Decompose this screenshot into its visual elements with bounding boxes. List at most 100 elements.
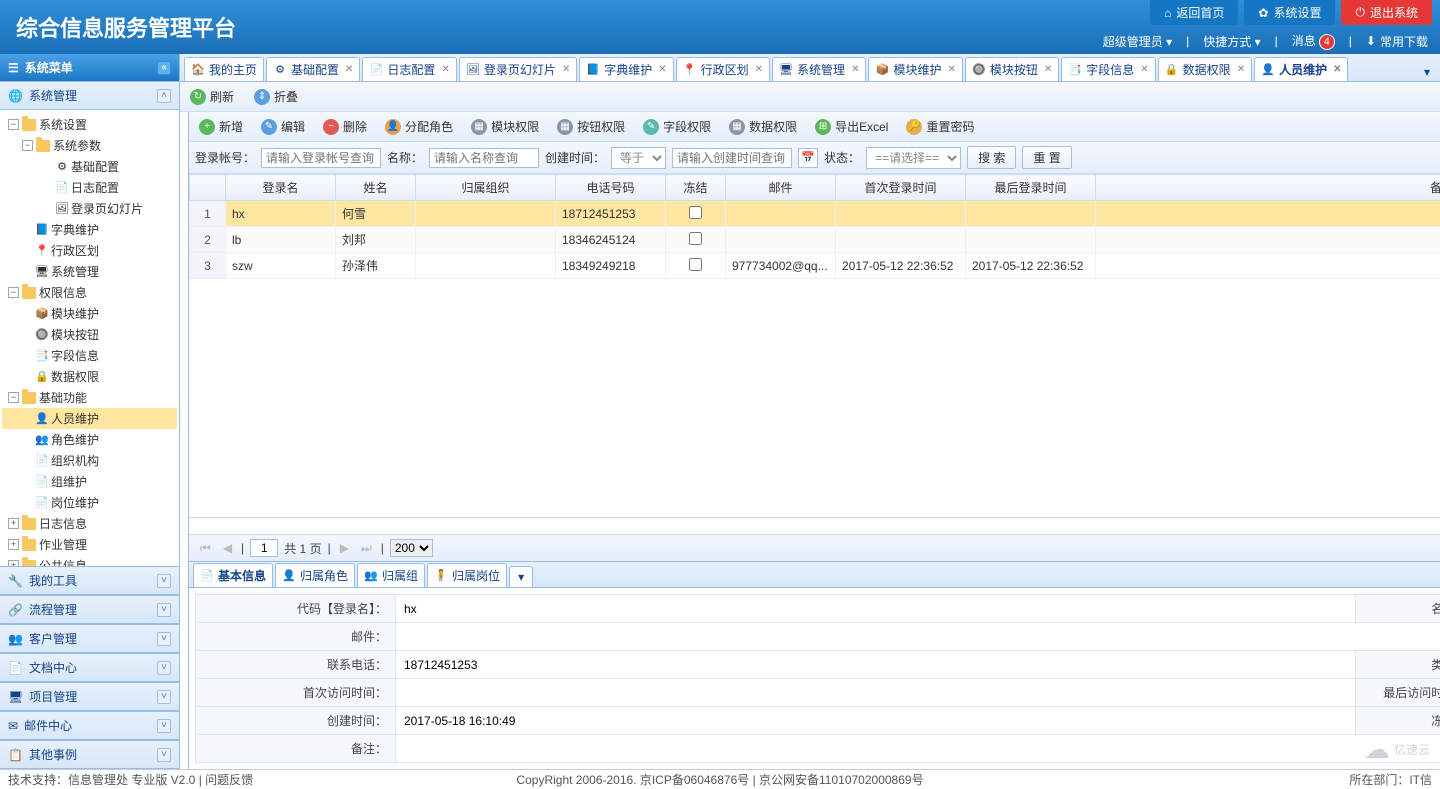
expand-down-icon[interactable]: ˅ <box>157 748 171 762</box>
page-input[interactable] <box>250 539 278 557</box>
frozen-checkbox[interactable] <box>689 232 702 245</box>
tree-base-config[interactable]: ⚙基础配置 <box>2 156 177 177</box>
col-num[interactable] <box>190 175 226 201</box>
collapse-button[interactable]: ⇕折叠 <box>250 86 302 107</box>
expand-down-icon[interactable]: ˅ <box>157 661 171 675</box>
admin-menu[interactable]: 超级管理员 ▾ <box>1103 33 1172 50</box>
tree-perm-info[interactable]: −权限信息 <box>2 282 177 303</box>
tree-log-config[interactable]: 📄日志配置 <box>2 177 177 198</box>
tree-data-perm[interactable]: 🔒数据权限 <box>2 366 177 387</box>
sidebar-section-mytools[interactable]: 🔧我的工具˅ <box>0 566 179 595</box>
close-icon[interactable]: ✕ <box>345 64 353 75</box>
tabs-more[interactable]: ▾ <box>1418 63 1436 81</box>
tab-8[interactable]: 🔘模块按钮✕ <box>965 57 1059 81</box>
tab-1[interactable]: ⚙基础配置✕ <box>266 57 360 81</box>
prev-page-icon[interactable]: ◀ <box>220 541 235 555</box>
horizontal-scrollbar[interactable] <box>189 518 1440 534</box>
reset-pwd-button[interactable]: 🔑重置密码 <box>902 116 978 137</box>
tree-role-maint[interactable]: 👥角色维护 <box>2 429 177 450</box>
close-icon[interactable]: ✕ <box>947 64 955 75</box>
tree-sys-params[interactable]: −系统参数 <box>2 135 177 156</box>
tab-group[interactable]: 👥归属组 <box>357 563 425 587</box>
calendar-icon[interactable]: 📅 <box>798 148 818 168</box>
close-icon[interactable]: ✕ <box>755 64 763 75</box>
download-link[interactable]: ⬇常用下载 <box>1366 33 1428 50</box>
tab-7[interactable]: 📦模块维护✕ <box>868 57 962 81</box>
col-remark[interactable]: 备注 <box>1096 175 1440 201</box>
mod-perm-button[interactable]: ▦模块权限 <box>467 116 543 137</box>
tab-more[interactable]: ▾ <box>509 566 533 587</box>
add-button[interactable]: +新增 <box>195 116 247 137</box>
tree-job-manage[interactable]: +作业管理 <box>2 534 177 555</box>
tree-group-maint[interactable]: 📄组维护 <box>2 471 177 492</box>
expand-down-icon[interactable]: ˅ <box>157 632 171 646</box>
tree-sys-settings[interactable]: −系统设置 <box>2 114 177 135</box>
name-filter-input[interactable] <box>429 148 539 168</box>
sidebar-section-proj[interactable]: 🖥项目管理˅ <box>0 682 179 711</box>
export-button[interactable]: ⊞导出Excel <box>811 116 892 137</box>
tab-2[interactable]: 📄日志配置✕ <box>362 57 456 81</box>
login-filter-input[interactable] <box>261 148 381 168</box>
settings-button[interactable]: ✿系统设置 <box>1244 0 1335 25</box>
close-icon[interactable]: ✕ <box>562 64 570 75</box>
logout-button[interactable]: ⏻退出系统 <box>1341 0 1432 25</box>
tree-sys-manage2[interactable]: 🖥系统管理 <box>2 261 177 282</box>
tab-0[interactable]: 🏠我的主页 <box>184 57 264 81</box>
assign-role-button[interactable]: 👤分配角色 <box>381 116 457 137</box>
minus-icon[interactable]: − <box>8 119 19 130</box>
frozen-checkbox[interactable] <box>689 206 702 219</box>
next-page-icon[interactable]: ▶ <box>337 541 352 555</box>
btn-perm-button[interactable]: ▦按钮权限 <box>553 116 629 137</box>
data-perm-button[interactable]: ▦数据权限 <box>725 116 801 137</box>
sidebar-section-cust[interactable]: 👥客户管理˅ <box>0 624 179 653</box>
tree-admin-div[interactable]: 📍行政区划 <box>2 240 177 261</box>
expand-down-icon[interactable]: ˅ <box>157 690 171 704</box>
collapse-up-icon[interactable]: ˄ <box>157 89 171 103</box>
reset-button[interactable]: 重 置 <box>1022 146 1071 169</box>
close-icon[interactable]: ✕ <box>1140 64 1148 75</box>
close-icon[interactable]: ✕ <box>658 64 666 75</box>
delete-button[interactable]: −删除 <box>319 116 371 137</box>
sidebar-section-flow[interactable]: 🔗流程管理˅ <box>0 595 179 624</box>
minus-icon[interactable]: − <box>8 392 19 403</box>
shortcut-menu[interactable]: 快捷方式 ▾ <box>1203 33 1260 50</box>
first-page-icon[interactable]: ⏮ <box>197 541 214 556</box>
sidebar-section-doc[interactable]: 📄文档中心˅ <box>0 653 179 682</box>
sidebar-section-mail[interactable]: ✉邮件中心˅ <box>0 711 179 740</box>
tree-post-maint[interactable]: 📄岗位维护 <box>2 492 177 513</box>
frozen-checkbox[interactable] <box>689 258 702 271</box>
col-last[interactable]: 最后登录时间 <box>966 175 1096 201</box>
col-org[interactable]: 归属组织 <box>416 175 556 201</box>
page-size-select[interactable]: 200 <box>390 539 433 557</box>
expand-down-icon[interactable]: ˅ <box>157 574 171 588</box>
tab-post[interactable]: 🧍归属岗位 <box>427 563 507 587</box>
tab-9[interactable]: 📑字段信息✕ <box>1061 57 1155 81</box>
col-login[interactable]: 登录名 <box>226 175 336 201</box>
refresh-button[interactable]: ↻刷新 <box>186 86 238 107</box>
tree-field-info[interactable]: 📑字段信息 <box>2 345 177 366</box>
minus-icon[interactable]: − <box>22 140 33 151</box>
tree-log-info[interactable]: +日志信息 <box>2 513 177 534</box>
table-row[interactable]: 3szw孙泽伟18349249218977734002@qq...2017-05… <box>190 253 1440 279</box>
expand-down-icon[interactable]: ˅ <box>157 603 171 617</box>
sidebar-section-other[interactable]: 📋其他事例˅ <box>0 740 179 769</box>
tab-base-info[interactable]: 📄基本信息 <box>193 563 273 587</box>
state-select[interactable]: ==请选择== <box>866 147 961 169</box>
tree-dict-maint[interactable]: 📘字典维护 <box>2 219 177 240</box>
close-icon[interactable]: ✕ <box>1044 64 1052 75</box>
tab-11[interactable]: 👤人员维护✕ <box>1254 57 1348 81</box>
tab-10[interactable]: 🔒数据权限✕ <box>1158 57 1252 81</box>
tree-org-struct[interactable]: 📄组织机构 <box>2 450 177 471</box>
tab-5[interactable]: 📍行政区划✕ <box>676 57 770 81</box>
create-filter-input[interactable] <box>672 148 792 168</box>
expand-down-icon[interactable]: ˅ <box>157 719 171 733</box>
tree-login-slides[interactable]: 🖼登录页幻灯片 <box>2 198 177 219</box>
tree-mod-btn[interactable]: 🔘模块按钮 <box>2 324 177 345</box>
table-row[interactable]: 2lb刘邦18346245124 <box>190 227 1440 253</box>
table-row[interactable]: 1hx何雪18712451253 <box>190 201 1440 227</box>
tree-pub-info[interactable]: +公共信息 <box>2 555 177 566</box>
col-phone[interactable]: 电话号码 <box>556 175 666 201</box>
col-email[interactable]: 邮件 <box>726 175 836 201</box>
tab-3[interactable]: 🖼登录页幻灯片✕ <box>459 57 577 81</box>
last-page-icon[interactable]: ⏭ <box>358 541 375 556</box>
